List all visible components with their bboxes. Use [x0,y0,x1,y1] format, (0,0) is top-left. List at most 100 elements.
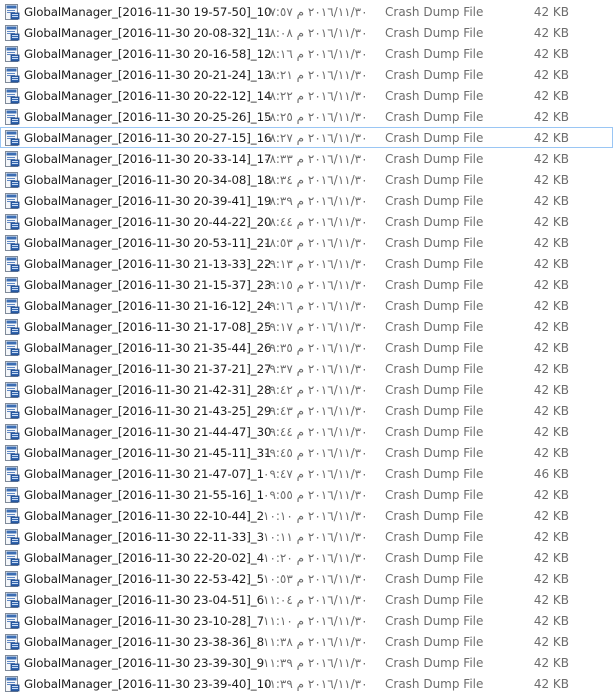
file-size: 42 KB [533,362,569,376]
dump-file-icon [5,382,20,398]
file-name: GlobalManager_[2016-11-30 21-13-33]_22 [24,257,272,271]
dump-file-icon [5,67,20,83]
file-row[interactable]: GlobalManager_[2016-11-30 20-27-15]_16 ٢… [0,127,613,148]
file-name: GlobalManager_[2016-11-30 20-08-32]_11 [24,26,272,40]
file-row[interactable]: GlobalManager_[2016-11-30 21-42-31]_28 ٢… [0,379,613,400]
file-type: Crash Dump File [385,152,484,166]
file-size: 42 KB [533,446,569,460]
file-name: GlobalManager_[2016-11-30 20-53-11]_21 [24,236,272,250]
file-row[interactable]: GlobalManager_[2016-11-30 20-22-12]_14 ٢… [0,85,613,106]
file-row[interactable]: GlobalManager_[2016-11-30 22-10-44]_2 ٢٠… [0,505,613,526]
file-row[interactable]: GlobalManager_[2016-11-30 21-17-08]_25 ٢… [0,316,613,337]
file-date-modified: ٢٠١٦/١١/٣٠ م ٠٨:٣٤ [263,173,368,187]
file-name: GlobalManager_[2016-11-30 20-25-26]_15 [24,110,272,124]
file-size: 42 KB [533,320,569,334]
file-type: Crash Dump File [385,215,484,229]
file-name: GlobalManager_[2016-11-30 22-20-02]_4 [24,551,265,565]
file-row[interactable]: GlobalManager_[2016-11-30 20-16-58]_12 ٢… [0,43,613,64]
file-row[interactable]: GlobalManager_[2016-11-30 21-43-25]_29 ٢… [0,400,613,421]
file-name: GlobalManager_[2016-11-30 19-57-50]_10 [24,5,272,19]
dump-file-icon [5,298,20,314]
file-name: GlobalManager_[2016-11-30 21-47-07]_1 [24,467,265,481]
file-name: GlobalManager_[2016-11-30 21-35-44]_26 [24,341,272,355]
file-row[interactable]: GlobalManager_[2016-11-30 22-20-02]_4 ٢٠… [0,547,613,568]
file-row[interactable]: GlobalManager_[2016-11-30 21-55-16]_1 ٢٠… [0,484,613,505]
file-type: Crash Dump File [385,362,484,376]
file-date-modified: ٢٠١٦/١١/٣٠ م ٠٩:٤٢ [263,383,368,397]
file-name: GlobalManager_[2016-11-30 20-16-58]_12 [24,47,272,61]
file-row[interactable]: GlobalManager_[2016-11-30 21-13-33]_22 ٢… [0,253,613,274]
file-row[interactable]: GlobalManager_[2016-11-30 23-38-36]_8 ٢٠… [0,631,613,652]
file-type: Crash Dump File [385,110,484,124]
file-size: 42 KB [533,257,569,271]
file-row[interactable]: GlobalManager_[2016-11-30 21-37-21]_27 ٢… [0,358,613,379]
file-row[interactable]: GlobalManager_[2016-11-30 20-33-14]_17 ٢… [0,148,613,169]
file-row[interactable]: GlobalManager_[2016-11-30 23-04-51]_6 ٢٠… [0,589,613,610]
file-name: GlobalManager_[2016-11-30 20-22-12]_14 [24,89,272,103]
file-row[interactable]: GlobalManager_[2016-11-30 23-10-28]_7 ٢٠… [0,610,613,631]
file-name: GlobalManager_[2016-11-30 20-33-14]_17 [24,152,272,166]
file-row[interactable]: GlobalManager_[2016-11-30 22-53-42]_5 ٢٠… [0,568,613,589]
file-type: Crash Dump File [385,572,484,586]
file-date-modified: ٢٠١٦/١١/٣٠ م ١١:٣٨ [263,635,368,649]
file-date-modified: ٢٠١٦/١١/٣٠ م ٠٩:١٧ [263,320,368,334]
file-row[interactable]: GlobalManager_[2016-11-30 21-47-07]_1 ٢٠… [0,463,613,484]
file-date-modified: ٢٠١٦/١١/٣٠ م ٠٨:٠٨ [263,26,368,40]
file-date-modified: ٢٠١٦/١١/٣٠ م ٠٩:٥٥ [263,488,368,502]
file-type: Crash Dump File [385,677,484,691]
file-row[interactable]: GlobalManager_[2016-11-30 20-39-41]_19 ٢… [0,190,613,211]
file-date-modified: ٢٠١٦/١١/٣٠ م ١٠:١٠ [263,509,368,523]
file-size: 42 KB [533,614,569,628]
dump-file-icon [5,592,20,608]
file-list: GlobalManager_[2016-11-30 19-57-50]_10 ٢… [0,0,613,694]
file-row[interactable]: GlobalManager_[2016-11-30 20-34-08]_18 ٢… [0,169,613,190]
file-row[interactable]: GlobalManager_[2016-11-30 19-57-50]_10 ٢… [0,1,613,22]
file-row[interactable]: GlobalManager_[2016-11-30 20-25-26]_15 ٢… [0,106,613,127]
dump-file-icon [5,46,20,62]
file-row[interactable]: GlobalManager_[2016-11-30 21-15-37]_23 ٢… [0,274,613,295]
file-name: GlobalManager_[2016-11-30 23-39-30]_9 [24,656,265,670]
file-name: GlobalManager_[2016-11-30 22-11-33]_3 [24,530,265,544]
file-size: 42 KB [533,635,569,649]
file-date-modified: ٢٠١٦/١١/٣٠ م ٠٨:٣٩ [263,194,368,208]
file-row[interactable]: GlobalManager_[2016-11-30 20-53-11]_21 ٢… [0,232,613,253]
file-type: Crash Dump File [385,5,484,19]
file-row[interactable]: GlobalManager_[2016-11-30 20-44-22]_20 ٢… [0,211,613,232]
file-type: Crash Dump File [385,467,484,481]
dump-file-icon [5,172,20,188]
file-date-modified: ٢٠١٦/١١/٣٠ م ٠٨:٥٣ [263,236,368,250]
file-type: Crash Dump File [385,194,484,208]
file-date-modified: ٢٠١٦/١١/٣٠ م ٠٩:٤٤ [263,425,368,439]
file-row[interactable]: GlobalManager_[2016-11-30 23-39-30]_9 ٢٠… [0,652,613,673]
file-date-modified: ٢٠١٦/١١/٣٠ م ٠٨:٢١ [263,68,368,82]
file-date-modified: ٢٠١٦/١١/٣٠ م ٠٩:٤٥ [263,446,368,460]
file-type: Crash Dump File [385,614,484,628]
file-row[interactable]: GlobalManager_[2016-11-30 21-45-11]_31 ٢… [0,442,613,463]
file-row[interactable]: GlobalManager_[2016-11-30 20-21-24]_13 ٢… [0,64,613,85]
file-type: Crash Dump File [385,26,484,40]
file-size: 42 KB [533,425,569,439]
file-date-modified: ٢٠١٦/١١/٣٠ م ١٠:٥٣ [263,572,368,586]
file-name: GlobalManager_[2016-11-30 23-39-40]_10 [24,677,272,691]
file-type: Crash Dump File [385,47,484,61]
file-date-modified: ٢٠١٦/١١/٣٠ م ١٠:١١ [263,530,368,544]
file-row[interactable]: GlobalManager_[2016-11-30 21-35-44]_26 ٢… [0,337,613,358]
dump-file-icon [5,25,20,41]
file-row[interactable]: GlobalManager_[2016-11-30 21-16-12]_24 ٢… [0,295,613,316]
file-type: Crash Dump File [385,509,484,523]
file-name: GlobalManager_[2016-11-30 21-42-31]_28 [24,383,272,397]
file-date-modified: ٢٠١٦/١١/٣٠ م ٠٨:١٦ [263,47,368,61]
file-type: Crash Dump File [385,278,484,292]
file-row[interactable]: GlobalManager_[2016-11-30 20-08-32]_11 ٢… [0,22,613,43]
file-type: Crash Dump File [385,383,484,397]
dump-file-icon [5,676,20,692]
file-date-modified: ٢٠١٦/١١/٣٠ م ١١:٣٩ [263,656,368,670]
file-name: GlobalManager_[2016-11-30 21-15-37]_23 [24,278,272,292]
file-size: 42 KB [533,236,569,250]
file-size: 42 KB [533,68,569,82]
file-row[interactable]: GlobalManager_[2016-11-30 21-44-47]_30 ٢… [0,421,613,442]
file-row[interactable]: GlobalManager_[2016-11-30 23-39-40]_10 ٢… [0,673,613,694]
file-size: 42 KB [533,173,569,187]
file-size: 42 KB [533,530,569,544]
file-row[interactable]: GlobalManager_[2016-11-30 22-11-33]_3 ٢٠… [0,526,613,547]
